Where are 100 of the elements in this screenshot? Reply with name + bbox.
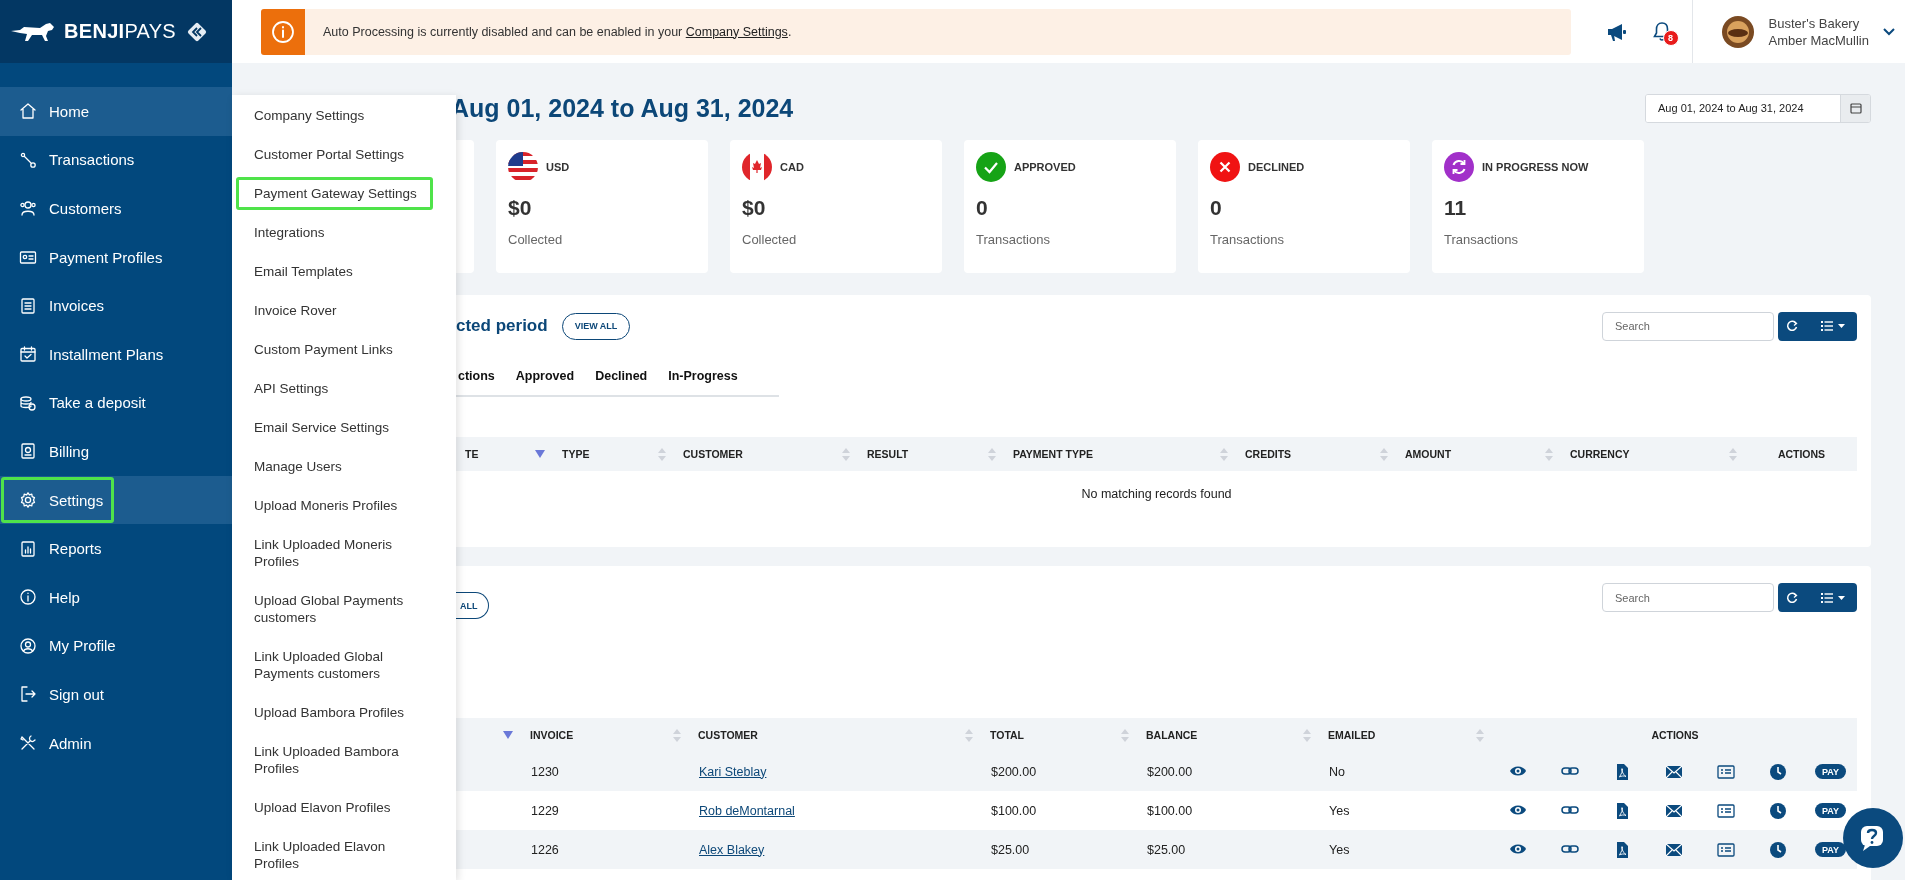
view-all-button[interactable]: VIEW ALL	[561, 312, 631, 340]
columns-dropdown-button[interactable]	[1806, 311, 1857, 341]
sidebar-item[interactable]: Take a deposit	[0, 378, 232, 428]
column-header[interactable]: PAYMENT TYPE	[1004, 447, 1236, 461]
view-all-button[interactable]: ALL	[456, 592, 489, 619]
tab[interactable]: Approved	[515, 369, 586, 383]
notification-badge: 8	[1662, 29, 1679, 46]
sidebar-item[interactable]: Installment Plans	[0, 329, 232, 379]
user-name: Amber MacMullin	[1768, 31, 1869, 49]
tab[interactable]: In-Progress	[668, 369, 749, 383]
menu-item[interactable]: Payment Gateway Settings	[232, 174, 433, 213]
sidebar-item[interactable]: Reports	[0, 524, 232, 573]
list-card-icon[interactable]	[1717, 801, 1735, 820]
tab[interactable]: ctions	[456, 369, 506, 383]
menu-item[interactable]: Manage Users	[232, 447, 358, 486]
menu-item[interactable]: Company Settings	[232, 96, 381, 135]
help-chat-button[interactable]	[1843, 808, 1903, 868]
menu-item[interactable]: Custom Payment Links	[232, 330, 409, 369]
menu-item[interactable]: Customer Portal Settings	[232, 135, 421, 174]
sidebar-item[interactable]: Payment Profiles	[0, 232, 232, 282]
table-cell-text: $100.00	[1146, 803, 1194, 818]
customer-link[interactable]: Kari Steblay	[699, 764, 767, 779]
search-field[interactable]: Search	[1602, 583, 1774, 612]
column-header[interactable]: AMOUNT	[1396, 447, 1561, 461]
stat-value: $0	[508, 196, 533, 220]
menu-item[interactable]: Upload Global Payments customers	[232, 581, 446, 637]
column-header[interactable]: CUSTOMER	[689, 728, 981, 742]
clock-icon[interactable]	[1769, 840, 1787, 859]
search-field[interactable]: Search	[1602, 311, 1774, 341]
customer-link[interactable]: Alex Blakey	[699, 842, 765, 857]
canada-flag-icon	[742, 152, 772, 182]
column-header[interactable]: CUSTOMER	[674, 447, 858, 461]
sign-out-icon	[19, 685, 37, 704]
customer-link[interactable]: Rob deMontarnal	[699, 803, 795, 818]
pay-button[interactable]: PAY	[1815, 764, 1846, 779]
menu-item[interactable]: API Settings	[232, 369, 345, 408]
column-header[interactable]: CURRENCY	[1561, 447, 1745, 461]
sidebar-item[interactable]: Invoices	[0, 281, 232, 330]
columns-dropdown-button[interactable]	[1806, 583, 1857, 612]
gear-icon	[19, 491, 37, 510]
column-header[interactable]: CREDITS	[1236, 447, 1396, 461]
calendar-button[interactable]	[1840, 94, 1870, 122]
column-header[interactable]: ACTIONS	[1745, 448, 1857, 460]
table-cell-text: 1230	[530, 764, 560, 779]
menu-item[interactable]: Email Service Settings	[232, 408, 406, 447]
menu-item[interactable]: Link Uploaded Elavon Profiles	[232, 827, 446, 880]
menu-item[interactable]: Upload Bambora Profiles	[232, 693, 421, 732]
column-header[interactable]: ACTIONS	[1492, 729, 1857, 741]
sort-icon	[1220, 447, 1228, 461]
sidebar-item[interactable]: My Profile	[0, 621, 232, 671]
stat-caption: Transactions	[1210, 232, 1285, 247]
clock-icon[interactable]	[1769, 801, 1787, 820]
check-circle-icon	[976, 152, 1006, 182]
column-header[interactable]: EMAILED	[1319, 728, 1492, 742]
column-header[interactable]: TYPE	[553, 447, 674, 461]
menu-item[interactable]: Link Uploaded Global Payments customers	[232, 637, 446, 693]
menu-item[interactable]: Email Templates	[232, 252, 369, 291]
column-header[interactable]: BALANCE	[1137, 728, 1319, 742]
refresh-button[interactable]	[1778, 583, 1806, 612]
tab[interactable]: Declined	[595, 369, 659, 383]
sidebar-item[interactable]: Billing	[0, 427, 232, 476]
column-header[interactable]: INVOICE	[521, 728, 689, 742]
sidebar-item[interactable]: Help	[0, 572, 232, 622]
sidebar-item[interactable]: Customers	[0, 184, 232, 233]
table-cell-text: Yes	[1328, 842, 1351, 857]
sidebar-item[interactable]: Transactions	[0, 135, 232, 185]
stat-label: CAD	[780, 161, 804, 173]
stat-label: USD	[546, 161, 570, 173]
pay-button[interactable]: PAY	[1815, 842, 1846, 857]
sidebar-item[interactable]: Sign out	[0, 670, 232, 719]
menu-item[interactable]: Integrations	[232, 213, 341, 252]
table-cell-text: $25.00	[990, 842, 1031, 857]
stat-caption: Transactions	[1444, 232, 1519, 247]
calendar-icon	[19, 345, 37, 364]
refresh-button[interactable]	[1778, 311, 1806, 341]
receipt-icon	[19, 442, 37, 461]
chart-icon	[19, 539, 37, 558]
menu-item[interactable]: Upload Moneris Profiles	[232, 486, 414, 525]
nodes-icon	[19, 150, 37, 169]
sort-icon	[1545, 447, 1553, 461]
pay-button[interactable]: PAY	[1815, 803, 1846, 818]
tools-icon	[19, 734, 37, 752]
column-header[interactable]: RESULT	[858, 447, 1004, 461]
company-settings-link[interactable]: Company Settings	[685, 24, 788, 39]
list-card-icon[interactable]	[1717, 762, 1735, 781]
document-icon	[19, 296, 37, 315]
date-range-field[interactable]: Aug 01, 2024 to Aug 31, 2024	[1645, 93, 1871, 123]
stat-label: DECLINED	[1248, 161, 1305, 173]
menu-item[interactable]: Link Uploaded Moneris Profiles	[232, 525, 446, 581]
menu-item[interactable]: Upload Elavon Profiles	[232, 788, 407, 827]
refresh-circle-icon	[1444, 152, 1474, 182]
sidebar-item[interactable]: Settings	[0, 475, 232, 525]
menu-item[interactable]: Invoice Rover	[232, 291, 353, 330]
menu-item[interactable]: Link Uploaded Bambora Profiles	[232, 732, 446, 788]
clock-icon[interactable]	[1769, 762, 1787, 781]
column-header[interactable]: TE	[456, 448, 553, 460]
sidebar-item[interactable]: Home	[0, 87, 232, 136]
list-card-icon[interactable]	[1717, 840, 1735, 859]
sidebar-item[interactable]: Admin	[0, 718, 232, 768]
column-header[interactable]: TOTAL	[981, 728, 1137, 742]
